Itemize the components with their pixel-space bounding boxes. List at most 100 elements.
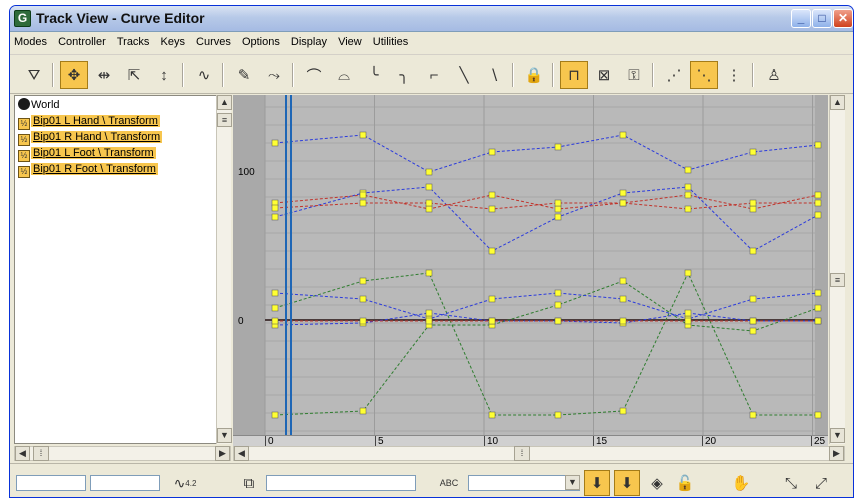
snap-keys-icon[interactable]: ⬇ [584,470,610,496]
key-point [425,168,433,176]
key-point [814,317,822,325]
tangent-fast-icon[interactable]: ╰ [360,61,388,89]
diamond-keys-icon[interactable]: ◈ [644,470,670,496]
tangent-smooth-icon[interactable]: ∖ [480,61,508,89]
menu-tracks[interactable]: Tracks [113,33,154,48]
track-name-field-2[interactable] [90,475,160,491]
key-point [271,213,279,221]
tree-item-r-hand[interactable]: ½ Bip01 R Hand \ Transform [18,130,163,146]
key-point [619,317,627,325]
maximize-button[interactable]: □ [812,9,832,28]
close-button[interactable]: ✕ [833,9,853,28]
menu-modes[interactable]: Modes [10,33,51,48]
menu-options[interactable]: Options [238,33,284,48]
menu-view[interactable]: View [334,33,366,48]
tree-item-r-foot[interactable]: ½ Bip01 R Foot \ Transform [18,162,158,178]
track-name-field[interactable] [16,475,86,491]
tangent-step-icon[interactable]: ⌐ [420,61,448,89]
reduce-keys-icon[interactable]: ⤳ [260,61,288,89]
tangent-slow-icon[interactable]: ╮ [390,61,418,89]
graph-vertical-scrollbar[interactable]: ▲ ≡ ▼ [829,95,845,444]
slide-keys-icon[interactable]: ⇹ [90,61,118,89]
key-filter-icon[interactable]: ABC [436,470,462,496]
lock-curves-icon[interactable]: 🔓 [672,470,698,496]
value-dropdown[interactable] [468,475,580,491]
key-point [488,205,496,213]
graph-out-of-range-left [233,95,265,435]
minimize-button[interactable]: _ [791,9,811,28]
key-point [684,166,692,174]
key-point [814,289,822,297]
curve-graph-svg[interactable]: 100 0 [233,95,828,435]
zoom-selected-icon[interactable]: ⧉ [236,470,262,496]
scroll-left-icon[interactable]: ◀ [234,446,249,461]
key-point [488,317,496,325]
param-curve-oor-icon[interactable]: ⊠ [590,61,618,89]
show-all-tangents-icon[interactable]: ⋮ [720,61,748,89]
curve-graph[interactable]: 100 0 [233,95,828,435]
menu-keys[interactable]: Keys [157,33,189,48]
add-keys-icon[interactable]: ∿ [190,61,218,89]
tree-vertical-scrollbar[interactable]: ▲ ≡ ▼ [216,95,232,444]
lock-tangents-icon[interactable]: ⋱ [690,61,718,89]
scroll-up-icon[interactable]: ▲ [830,95,845,110]
key-stats-icon[interactable]: ∿ 4.2 [172,470,198,496]
show-keyable-icon[interactable]: ⚿ [620,61,648,89]
key-point [554,411,562,419]
selected-name-field[interactable] [266,475,416,491]
scroll-thumb[interactable]: ⁞ [33,446,49,461]
scroll-thumb[interactable]: ≡ [217,113,232,127]
scroll-down-icon[interactable]: ▼ [217,428,232,443]
app-icon: G [14,10,31,27]
curves-layer [271,131,822,419]
scroll-right-icon[interactable]: ▶ [215,446,230,461]
key-point [814,304,822,312]
key-point [488,191,496,199]
filters-icon[interactable]: ⛛ [20,61,48,89]
menu-display[interactable]: Display [287,33,331,48]
snap-frames-icon[interactable]: ⊓ [560,61,588,89]
key-point [554,213,562,221]
toolbar-separator [182,63,184,87]
key-point [359,199,367,207]
tree-item-l-foot[interactable]: ½ Bip01 L Foot \ Transform [18,146,156,162]
key-point [554,199,562,207]
key-point [684,309,692,317]
scroll-thumb[interactable]: ≡ [830,273,845,287]
toolbar-separator [512,63,514,87]
key-point [271,139,279,147]
key-point [684,269,692,277]
chevron-down-icon[interactable]: ▼ [565,475,580,490]
key-point [749,295,757,303]
menu-curves[interactable]: Curves [192,33,235,48]
key-point [271,304,279,312]
tree-item-world[interactable]: World [18,98,60,113]
scroll-left-icon[interactable]: ◀ [15,446,30,461]
key-point [271,411,279,419]
scale-keys-icon[interactable]: ⇱ [120,61,148,89]
tangent-auto-icon[interactable]: ⌒ [300,61,328,89]
tangent-linear-icon[interactable]: ╲ [450,61,478,89]
tangent-custom-icon[interactable]: ⌓ [330,61,358,89]
pan-icon[interactable]: ✋ [728,470,754,496]
menu-utilities[interactable]: Utilities [369,33,412,48]
key-point [359,317,367,325]
graph-horizontal-scrollbar[interactable]: ◀ ⁞ ▶ [233,446,845,461]
scroll-right-icon[interactable]: ▶ [829,446,844,461]
zoom-horizontal-icon[interactable]: ⤡ [778,470,804,496]
scale-values-icon[interactable]: ↕ [150,61,178,89]
scroll-thumb[interactable]: ⁞ [514,446,530,461]
lock-keys-icon[interactable]: ⬇ [614,470,640,496]
menu-controller[interactable]: Controller [54,33,110,48]
biped-icon[interactable]: ♙ [760,61,788,89]
draw-curves-icon[interactable]: ✎ [230,61,258,89]
show-tangents-icon[interactable]: ⋰ [660,61,688,89]
scroll-up-icon[interactable]: ▲ [217,95,232,110]
lock-selection-icon[interactable]: 🔒 [520,61,548,89]
move-keys-icon[interactable]: ✥ [60,61,88,89]
key-point [359,191,367,199]
scroll-down-icon[interactable]: ▼ [830,428,845,443]
tree-item-l-hand[interactable]: ½ Bip01 L Hand \ Transform [18,114,160,130]
zoom-value-icon[interactable]: ⤢ [808,470,834,496]
tree-horizontal-scrollbar[interactable]: ◀ ⁞ ▶ [14,446,231,461]
